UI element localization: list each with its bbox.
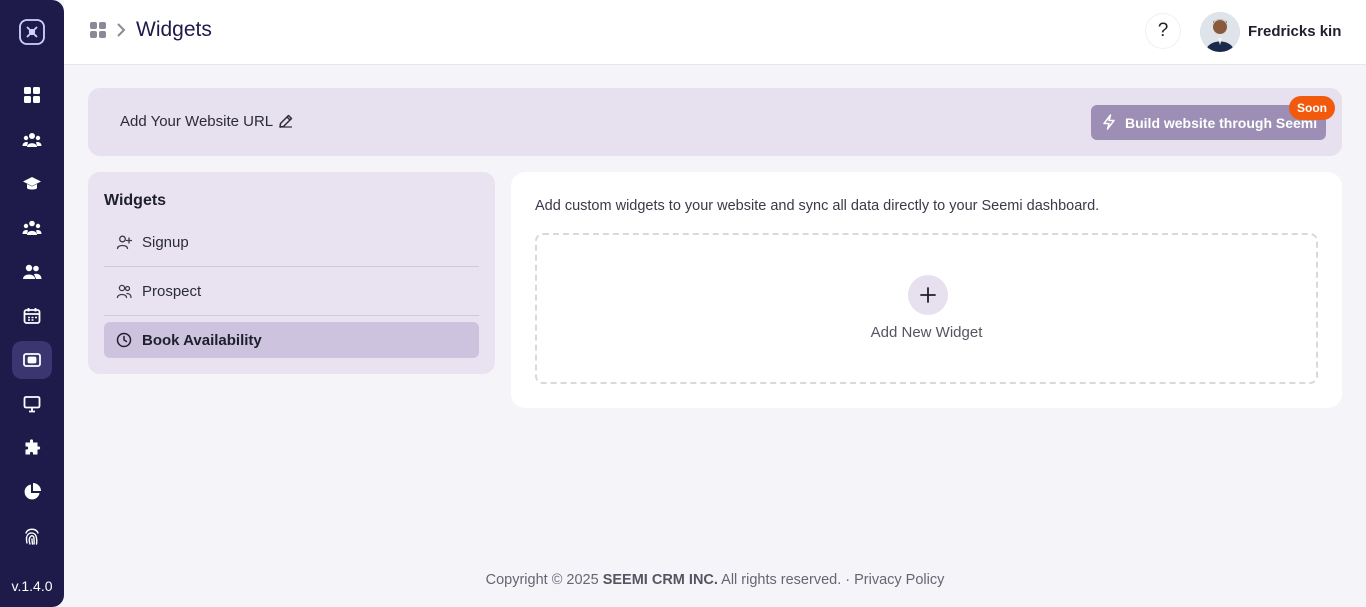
add-widget-button[interactable] bbox=[908, 275, 948, 315]
top-header: Widgets ? Fredricks kin bbox=[64, 0, 1366, 65]
sidebar-item-team[interactable] bbox=[12, 121, 52, 159]
user-plus-icon bbox=[116, 235, 132, 250]
list-divider bbox=[104, 315, 479, 316]
widget-item-label: Book Availability bbox=[142, 331, 262, 349]
page-title: Widgets bbox=[136, 18, 212, 41]
breadcrumb-chevron-icon bbox=[117, 23, 126, 37]
breadcrumb-home-grid-icon[interactable] bbox=[90, 22, 106, 38]
plus-icon bbox=[920, 287, 936, 303]
widget-item-signup[interactable]: Signup bbox=[104, 224, 479, 260]
sidebar-item-groups[interactable] bbox=[12, 209, 52, 247]
sidebar: v.1.4.0 bbox=[0, 0, 64, 607]
sidebar-item-calendar[interactable] bbox=[12, 297, 52, 335]
pencil-edit-icon[interactable] bbox=[278, 113, 294, 129]
widget-item-book-availability[interactable]: Book Availability bbox=[104, 322, 479, 358]
website-widget-icon bbox=[23, 353, 41, 367]
pie-chart-icon bbox=[24, 483, 41, 500]
graduation-cap-icon bbox=[23, 177, 41, 190]
lightning-icon bbox=[1103, 114, 1115, 130]
sidebar-item-users[interactable] bbox=[12, 253, 52, 291]
build-website-label: Build website through Seemi bbox=[1125, 114, 1318, 131]
calendar-icon bbox=[23, 308, 41, 324]
widget-item-label: Prospect bbox=[142, 282, 202, 300]
widgets-main-card: Add custom widgets to your website and s… bbox=[511, 172, 1342, 408]
footer-rights: All rights reserved. · bbox=[717, 572, 855, 588]
footer-company: SEEMI CRM INC. bbox=[602, 572, 718, 588]
avatar[interactable] bbox=[1200, 12, 1240, 52]
help-button[interactable]: ? bbox=[1146, 14, 1180, 48]
group-icon bbox=[22, 220, 42, 235]
sidebar-item-courses[interactable] bbox=[12, 165, 52, 203]
clock-icon bbox=[116, 332, 132, 348]
widget-item-label: Signup bbox=[142, 233, 189, 251]
team-icon bbox=[22, 133, 42, 147]
users-icon bbox=[116, 284, 132, 299]
app-version: v.1.4.0 bbox=[11, 578, 53, 594]
fingerprint-icon bbox=[25, 528, 39, 545]
add-widget-label[interactable]: Add New Widget bbox=[537, 324, 1316, 341]
puzzle-icon bbox=[25, 439, 41, 455]
users-icon bbox=[23, 264, 42, 279]
sidebar-item-monitor[interactable] bbox=[12, 385, 52, 423]
widgets-description: Add custom widgets to your website and s… bbox=[535, 198, 1100, 214]
sidebar-item-website[interactable] bbox=[12, 341, 52, 379]
app-logo-icon[interactable] bbox=[18, 18, 46, 46]
website-url-label[interactable]: Add Your Website URL bbox=[120, 113, 273, 130]
website-url-banner: Add Your Website URL Build website throu… bbox=[88, 88, 1342, 156]
list-divider bbox=[104, 266, 479, 267]
footer: Copyright © 2025 SEEMI CRM INC. All righ… bbox=[64, 572, 1366, 588]
user-avatar-image bbox=[1200, 12, 1240, 52]
soon-badge: Soon bbox=[1289, 96, 1335, 120]
dashboard-grid-icon bbox=[24, 87, 40, 103]
footer-copyright: Copyright © 2025 bbox=[485, 572, 603, 588]
user-name[interactable]: Fredricks kin bbox=[1248, 23, 1341, 40]
sidebar-item-integrations[interactable] bbox=[12, 429, 52, 467]
widgets-list-panel: Widgets Signup Prospect Book Availabilit… bbox=[88, 172, 495, 374]
sidebar-item-reports[interactable] bbox=[12, 473, 52, 511]
sidebar-item-dashboard[interactable] bbox=[12, 76, 52, 114]
widgets-list-title: Widgets bbox=[104, 192, 167, 209]
widget-item-prospect[interactable]: Prospect bbox=[104, 273, 479, 309]
sidebar-item-security[interactable] bbox=[12, 517, 52, 555]
monitor-icon bbox=[23, 396, 41, 413]
privacy-policy-link[interactable]: Privacy Policy bbox=[854, 572, 944, 588]
add-widget-dropzone[interactable]: Add New Widget bbox=[535, 233, 1318, 384]
